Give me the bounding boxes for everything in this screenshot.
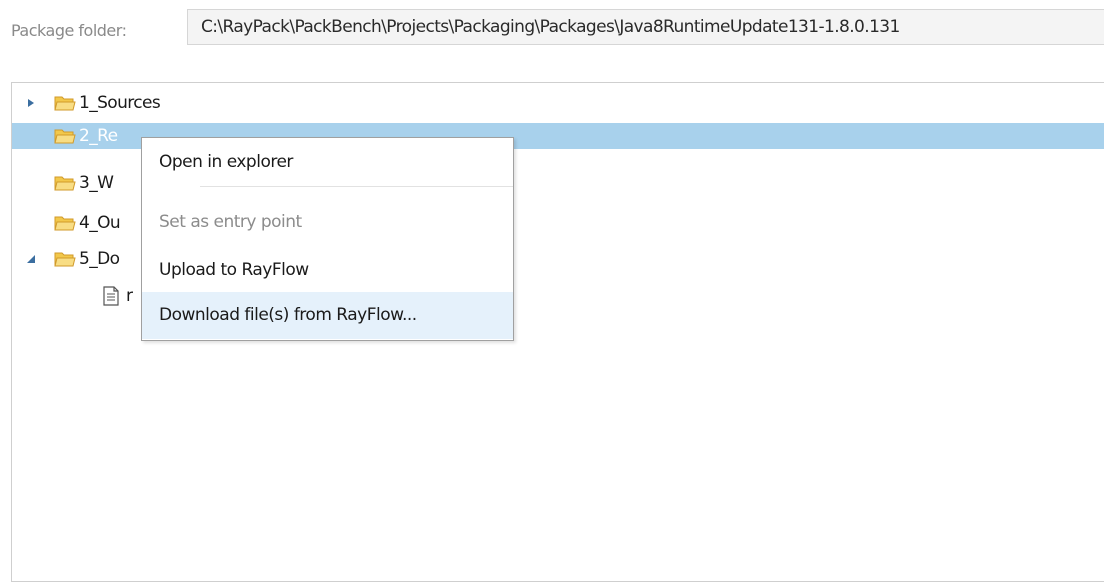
document-icon [103,286,119,306]
context-menu: Open in explorer Set as entry point Uplo… [141,137,514,341]
collapse-arrow-icon[interactable] [25,246,37,272]
tree-item-label: 3_W [79,173,114,193]
folder-open-icon [54,176,76,191]
tree-item-label: r [126,286,133,306]
folder-open-icon [54,252,76,267]
tree-item-label: 5_Do [79,249,120,269]
package-folder-field[interactable]: C:\RayPack\PackBench\Projects\Packaging\… [187,9,1104,45]
package-folder-label: Package folder: [11,21,127,40]
menu-item-upload-rayflow[interactable]: Upload to RayFlow [142,248,513,293]
tree-item-label: 2_Re [79,126,118,146]
menu-item-set-entry-point[interactable]: Set as entry point [142,200,513,245]
folder-open-icon [54,129,76,144]
tree-item-label: 1_Sources [79,93,161,113]
menu-item-open-in-explorer[interactable]: Open in explorer [142,140,513,185]
folder-open-icon [54,96,76,111]
menu-item-download-rayflow[interactable]: Download file(s) from RayFlow... [142,292,513,339]
package-folder-row: Package folder: C:\RayPack\PackBench\Pro… [0,0,1104,56]
tree-item-label: 4_Ou [79,213,121,233]
menu-separator [200,186,513,187]
tree-item-1-sources[interactable]: 1_Sources [12,90,1104,116]
expand-arrow-icon[interactable] [25,90,37,116]
folder-open-icon [54,216,76,231]
